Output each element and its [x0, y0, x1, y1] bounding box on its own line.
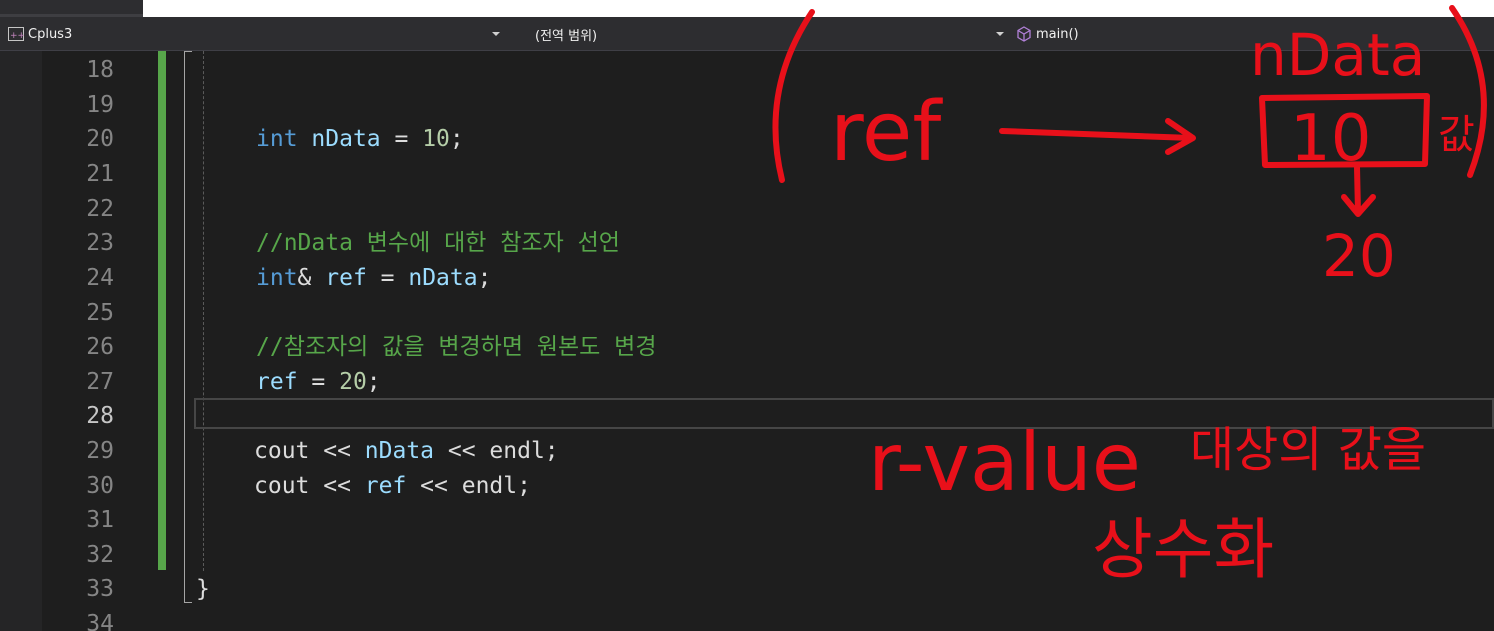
- chevron-down-icon: [996, 32, 1004, 36]
- chevron-down-icon: [492, 32, 500, 36]
- code-line-30[interactable]: cout << ref << endl;: [254, 469, 531, 503]
- project-dropdown[interactable]: ++ Cplus3: [8, 23, 506, 45]
- line-number: 29: [86, 438, 114, 464]
- function-name: main(): [1036, 26, 1079, 42]
- identifier: nData: [311, 126, 381, 152]
- semicolon: ;: [477, 265, 492, 291]
- line-number: 31: [86, 507, 114, 533]
- project-icon: ++: [8, 27, 24, 41]
- code-line-23[interactable]: //nData 변수에 대한 참조자 선언: [256, 226, 620, 260]
- operator: =: [380, 126, 423, 152]
- comment: //nData 변수에 대한 참조자 선언: [256, 230, 620, 256]
- line-number: 19: [86, 92, 114, 118]
- code-line-26[interactable]: //참조자의 값을 변경하면 원본도 변경: [256, 330, 656, 364]
- line-number: 25: [86, 300, 114, 326]
- code-text: << endl;: [434, 438, 559, 464]
- code-line-29[interactable]: cout << nData << endl;: [254, 434, 559, 468]
- code-text: cout <<: [254, 438, 365, 464]
- semicolon: ;: [366, 369, 381, 395]
- operator: =: [297, 369, 340, 395]
- line-number: 23: [86, 230, 114, 256]
- comment: //참조자의 값을 변경하면 원본도 변경: [256, 334, 657, 360]
- code-editor[interactable]: 18 19 20 21 22 23 24 25 26 27 28 29 30 3…: [0, 51, 1494, 631]
- function-dropdown[interactable]: main(): [1016, 23, 1486, 45]
- closing-brace: }: [196, 576, 210, 602]
- scope-name: (전역 범위): [535, 28, 598, 44]
- operator: =: [366, 265, 409, 291]
- number-literal: 20: [339, 369, 367, 395]
- outlining-line: [184, 51, 185, 603]
- line-number: 18: [86, 57, 114, 83]
- line-number: 22: [86, 196, 114, 222]
- code-text: << endl;: [406, 473, 531, 499]
- svg-text:++: ++: [10, 31, 24, 41]
- identifier: ref: [256, 369, 298, 395]
- document-tab[interactable]: [0, 0, 143, 17]
- line-number: 26: [86, 334, 114, 360]
- navigation-bar: ++ Cplus3 (전역 범위) main(): [0, 17, 1494, 51]
- code-line-27[interactable]: ref = 20;: [256, 365, 381, 399]
- line-number: 33: [86, 576, 114, 602]
- code-text: cout <<: [254, 473, 365, 499]
- identifier: nData: [408, 265, 478, 291]
- project-name: Cplus3: [28, 26, 73, 42]
- identifier: ref: [364, 473, 407, 499]
- code-line-20[interactable]: int nData = 10;: [256, 122, 464, 156]
- ampersand: &: [297, 265, 326, 291]
- code-line-24[interactable]: int& ref = nData;: [256, 261, 491, 295]
- current-line-highlight: [194, 398, 1494, 429]
- keyword: int: [256, 265, 298, 291]
- line-number: 34: [86, 611, 114, 631]
- glyph-margin: [0, 51, 42, 631]
- semicolon: ;: [449, 126, 464, 152]
- keyword: int: [256, 126, 298, 152]
- scope-dropdown[interactable]: (전역 범위): [535, 23, 1010, 45]
- line-number: 20: [86, 126, 114, 152]
- identifier: nData: [364, 438, 435, 464]
- method-cube-icon: [1017, 26, 1031, 42]
- line-number: 30: [86, 473, 114, 499]
- line-number: 27: [86, 369, 114, 395]
- indent-guide: [203, 51, 204, 571]
- line-number-current: 28: [86, 403, 114, 429]
- change-tracking-bar: [158, 51, 166, 570]
- outlining-cap: [184, 51, 192, 52]
- line-number: 24: [86, 265, 114, 291]
- identifier: ref: [325, 265, 367, 291]
- number-literal: 10: [422, 126, 450, 152]
- ide-window: ++ Cplus3 (전역 범위) main() 18 19 20 21 22 …: [0, 0, 1494, 631]
- outlining-cap: [184, 602, 192, 603]
- line-number: 21: [86, 161, 114, 187]
- title-strip: [0, 0, 1494, 17]
- line-number: 32: [86, 542, 114, 568]
